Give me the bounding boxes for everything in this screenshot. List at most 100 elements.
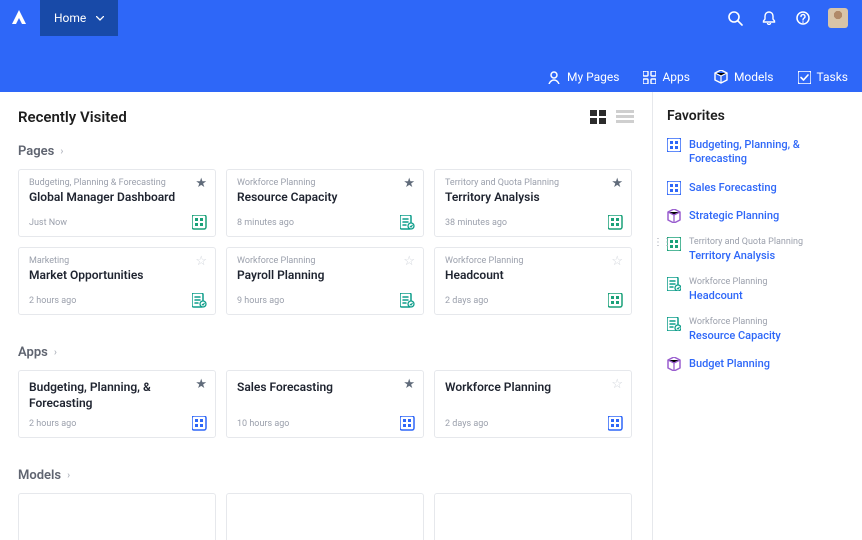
favorite-item[interactable]: Workforce PlanningHeadcount (667, 277, 848, 303)
topbar: Home (0, 0, 862, 36)
section-pages-header[interactable]: Pages› (18, 144, 634, 159)
card-parent: Workforce Planning (237, 178, 413, 189)
card-timestamp: 8 minutes ago (237, 218, 294, 228)
card-timestamp: 9 hours ago (237, 296, 284, 306)
card-title: Payroll Planning (237, 268, 387, 284)
favorite-label: Strategic Planning (689, 209, 779, 222)
header: Home My Pages Apps Models Tasks (0, 0, 862, 92)
favorite-label: Resource Capacity (689, 329, 781, 342)
chevron-right-icon: › (60, 146, 63, 157)
drag-handle-icon[interactable]: ⋮⋮ (653, 237, 671, 248)
content-card[interactable]: Workforce PlanningHeadcount2 days ago☆ (434, 247, 632, 315)
nav-models[interactable]: Models (714, 70, 774, 84)
favorite-type-icon (667, 277, 681, 291)
favorite-label: Budgeting, Planning, & Forecasting (689, 138, 800, 165)
home-dropdown[interactable]: Home (40, 0, 118, 36)
favorite-item[interactable]: Sales Forecasting (667, 181, 848, 195)
favorite-star[interactable]: ★ (611, 176, 623, 191)
card-type-icon (399, 292, 415, 308)
favorite-type-icon (667, 209, 681, 223)
card-type-icon (399, 214, 415, 230)
model-card-placeholder[interactable] (18, 493, 216, 540)
favorite-label: Headcount (689, 289, 743, 302)
notifications-button[interactable] (760, 9, 778, 27)
nav-apps[interactable]: Apps (643, 70, 690, 84)
card-parent: Territory and Quota Planning (445, 178, 621, 189)
chevron-down-icon (96, 16, 104, 21)
content-card[interactable]: Sales Forecasting 10 hours ago ★ (226, 370, 424, 438)
user-icon (547, 70, 561, 84)
favorite-label: Territory Analysis (689, 249, 775, 262)
navbar: My Pages Apps Models Tasks (547, 70, 848, 84)
favorite-item[interactable]: Budgeting, Planning, & Forecasting (667, 138, 848, 167)
card-type-icon (607, 415, 623, 431)
list-view-button[interactable] (616, 110, 634, 124)
card-type-icon (191, 214, 207, 230)
search-button[interactable] (726, 9, 744, 27)
content-card[interactable]: Workforce PlanningResource Capacity 8 min… (226, 169, 424, 237)
favorite-label: Budget Planning (689, 357, 770, 370)
main-content: Recently Visited Pages› Budgeting, Plann… (0, 92, 652, 540)
nav-tasks[interactable]: Tasks (798, 70, 849, 84)
favorite-type-icon (667, 138, 681, 152)
chevron-right-icon: › (54, 347, 57, 358)
card-title: Workforce Planning (445, 380, 595, 396)
card-parent: Budgeting, Planning & Forecasting (29, 178, 205, 189)
favorite-star[interactable]: ★ (403, 176, 415, 191)
model-card-placeholder[interactable] (226, 493, 424, 540)
card-timestamp: 38 minutes ago (445, 218, 507, 228)
card-timestamp: 2 days ago (445, 296, 488, 306)
bell-icon (762, 11, 776, 25)
favorite-parent: Workforce Planning (689, 277, 767, 289)
user-avatar[interactable] (828, 8, 848, 28)
card-timestamp: 2 hours ago (29, 419, 76, 429)
favorite-star[interactable]: ☆ (195, 254, 207, 269)
favorite-star[interactable]: ☆ (611, 377, 623, 392)
content-card[interactable]: Workforce Planning 2 days ago ☆ (434, 370, 632, 438)
content-card[interactable]: MarketingMarket Opportunities2 hours ago… (18, 247, 216, 315)
card-title: Sales Forecasting (237, 380, 387, 396)
card-title: Territory Analysis (445, 190, 595, 206)
content-card[interactable]: Budgeting, Planning, & Forecasting2 hour… (18, 370, 216, 438)
card-parent: Marketing (29, 256, 205, 267)
favorite-item[interactable]: Workforce PlanningResource Capacity (667, 317, 848, 343)
favorite-star[interactable]: ☆ (403, 254, 415, 269)
card-type-icon (191, 415, 207, 431)
nav-my-pages[interactable]: My Pages (547, 70, 619, 84)
tasks-icon (798, 71, 811, 84)
chevron-right-icon: › (67, 470, 70, 481)
model-card-placeholder[interactable] (434, 493, 632, 540)
content-card[interactable]: Territory and Quota PlanningTerritory An… (434, 169, 632, 237)
favorite-star[interactable]: ☆ (611, 254, 623, 269)
favorite-item[interactable]: Budget Planning (667, 357, 848, 371)
favorite-item[interactable]: Strategic Planning (667, 209, 848, 223)
card-title: Market Opportunities (29, 268, 179, 284)
logo-icon (12, 10, 28, 26)
brand-logo[interactable] (0, 0, 40, 36)
card-timestamp: 2 days ago (445, 419, 488, 429)
favorite-item[interactable]: ⋮⋮Territory and Quota PlanningTerritory … (667, 237, 848, 263)
section-models-header[interactable]: Models› (18, 468, 634, 483)
favorite-label: Sales Forecasting (689, 181, 777, 194)
favorite-parent: Territory and Quota Planning (689, 237, 803, 249)
section-apps-header[interactable]: Apps› (18, 345, 634, 360)
favorites-sidebar: Favorites Budgeting, Planning, & Forecas… (652, 92, 862, 540)
card-parent: Workforce Planning (237, 256, 413, 267)
apps-icon (643, 71, 656, 84)
card-type-icon (607, 214, 623, 230)
cube-icon (714, 70, 728, 84)
card-title: Resource Capacity (237, 190, 387, 206)
view-toggle (590, 110, 634, 124)
favorite-star[interactable]: ★ (195, 176, 207, 191)
card-type-icon (191, 292, 207, 308)
card-type-icon (399, 415, 415, 431)
card-timestamp: 10 hours ago (237, 419, 289, 429)
content-card[interactable]: Budgeting, Planning & ForecastingGlobal … (18, 169, 216, 237)
help-button[interactable] (794, 9, 812, 27)
favorite-star[interactable]: ★ (403, 377, 415, 392)
page-title: Recently Visited (18, 108, 127, 126)
grid-view-button[interactable] (590, 110, 608, 124)
card-parent: Workforce Planning (445, 256, 621, 267)
content-card[interactable]: Workforce PlanningPayroll Planning 9 hour… (226, 247, 424, 315)
favorite-star[interactable]: ★ (195, 377, 207, 392)
